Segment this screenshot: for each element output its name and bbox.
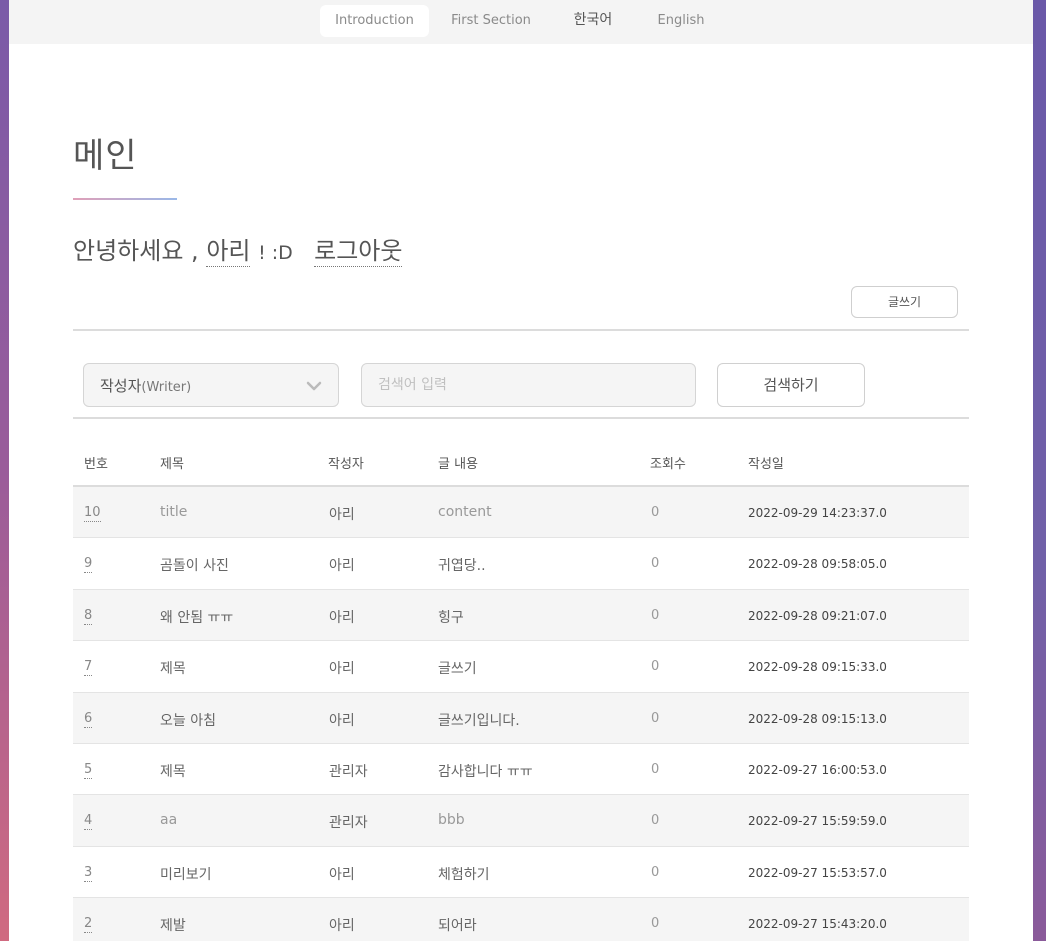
username-link[interactable]: 아리 xyxy=(206,231,251,267)
cell-date: 2022-09-27 15:53:57.0 xyxy=(748,865,887,880)
cell-num[interactable]: 9 xyxy=(84,556,93,574)
search-button[interactable]: 검색하기 xyxy=(717,363,865,407)
board-table: 번호 제목 작성자 글 내용 조회수 작성일 10 title 아리 content 0… xyxy=(73,436,969,941)
greeting-prefix: 안녕하세요 , xyxy=(73,237,199,265)
search-type-select[interactable]: 작성자(Writer) xyxy=(83,363,339,407)
nav-korean[interactable]: 한국어 xyxy=(560,4,626,36)
cell-title[interactable]: 제목 xyxy=(160,658,186,678)
cell-date: 2022-09-29 14:23:37.0 xyxy=(748,506,887,520)
cell-views: 0 xyxy=(651,710,660,726)
cell-date: 2022-09-27 15:59:59.0 xyxy=(748,814,887,829)
cell-title[interactable]: 오늘 아침 xyxy=(160,710,216,730)
cell-writer: 아리 xyxy=(329,661,355,678)
cell-writer: 관리자 xyxy=(329,763,368,780)
cell-num[interactable]: 2 xyxy=(84,916,93,934)
cell-content: 글쓰기 xyxy=(438,661,477,678)
cell-views: 0 xyxy=(651,659,660,675)
cell-content: 힝구 xyxy=(438,609,464,626)
cell-writer: 아리 xyxy=(329,712,355,729)
cell-title[interactable]: 제목 xyxy=(160,761,186,781)
table-row[interactable]: 3 미리보기 아리 체험하기 0 2022-09-27 15:53:57.0 xyxy=(73,847,969,899)
cell-content: 되어라 xyxy=(438,918,477,935)
background-strip xyxy=(1033,0,1046,941)
table-row[interactable]: 6 오늘 아침 아리 글쓰기입니다. 0 2022-09-28 09:15:13.0 xyxy=(73,692,969,744)
table-row[interactable]: 9 곰돌이 사진 아리 귀엽당.. 0 2022-09-28 09:58:05.0 xyxy=(73,538,969,590)
cell-views: 0 xyxy=(651,813,660,829)
cell-num[interactable]: 5 xyxy=(84,762,93,779)
cell-writer: 관리자 xyxy=(329,815,368,832)
cell-title[interactable]: 미리보기 xyxy=(160,864,212,884)
cell-views: 0 xyxy=(651,916,660,932)
table-row[interactable]: 10 title 아리 content 0 2022-09-29 14:23:37.0 xyxy=(73,487,969,539)
table-body: 10 title 아리 content 0 2022-09-29 14:23:37.0 9 곰… xyxy=(73,487,969,941)
cell-views: 0 xyxy=(651,556,660,572)
cell-date: 2022-09-27 16:00:53.0 xyxy=(748,762,887,777)
search-input[interactable] xyxy=(361,363,696,407)
cell-writer: 아리 xyxy=(329,507,355,523)
cell-num[interactable]: 7 xyxy=(84,659,93,677)
table-row[interactable]: 8 왜 안됨 ㅠㅠ 아리 힝구 0 2022-09-28 09:21:07.0 xyxy=(73,589,969,642)
cell-date: 2022-09-28 09:21:07.0 xyxy=(748,608,887,623)
cell-views: 0 xyxy=(651,761,660,777)
cell-writer: 아리 xyxy=(329,918,355,935)
greeting: 안녕하세요 , 아리 ! :D 로그아웃 xyxy=(73,231,403,267)
logout-link[interactable]: 로그아웃 xyxy=(314,231,403,267)
header-writer: 작성자 xyxy=(328,457,364,472)
divider xyxy=(73,329,969,331)
top-nav: Introduction First Section 한국어 English xyxy=(9,0,1033,44)
table-row[interactable]: 4 aa 관리자 bbb 0 2022-09-27 15:59:59.0 xyxy=(73,795,969,847)
table-row[interactable]: 5 제목 관리자 감사합니다 ㅠㅠ 0 2022-09-27 16:00:53.0 xyxy=(73,744,969,796)
cell-title[interactable]: 제발 xyxy=(160,915,186,935)
cell-views: 0 xyxy=(651,505,660,520)
cell-writer: 아리 xyxy=(329,558,355,575)
chevron-down-icon xyxy=(306,381,322,391)
table-header: 번호 제목 작성자 글 내용 조회수 작성일 xyxy=(73,436,969,487)
cell-num[interactable]: 6 xyxy=(84,711,93,728)
table-row[interactable]: 2 제발 아리 되어라 0 2022-09-27 15:43:20.0 xyxy=(73,898,969,941)
nav-introduction[interactable]: Introduction xyxy=(320,5,429,37)
cell-writer: 아리 xyxy=(329,866,355,883)
cell-content: bbb xyxy=(438,812,465,829)
cell-date: 2022-09-27 15:43:20.0 xyxy=(748,917,887,932)
page-title: 메인 xyxy=(73,136,138,176)
title-underline xyxy=(73,198,177,200)
table-row[interactable]: 7 제목 아리 글쓰기 0 2022-09-28 09:15:33.0 xyxy=(73,641,969,693)
cell-num[interactable]: 3 xyxy=(84,865,93,882)
write-button[interactable]: 글쓰기 xyxy=(851,286,958,318)
greeting-suffix: ! :D xyxy=(258,242,293,264)
cell-views: 0 xyxy=(651,864,660,880)
header-num: 번호 xyxy=(84,457,108,472)
cell-content: 글쓰기입니다. xyxy=(438,712,520,729)
header-views: 조회수 xyxy=(650,457,686,472)
cell-content: 체험하기 xyxy=(438,866,490,883)
cell-num[interactable]: 8 xyxy=(84,608,93,625)
cell-title[interactable]: 곰돌이 사진 xyxy=(160,555,229,575)
header-content: 글 내용 xyxy=(438,457,479,472)
cell-writer: 아리 xyxy=(329,609,355,626)
main-panel: Introduction First Section 한국어 English 메… xyxy=(9,0,1033,941)
cell-title[interactable]: 왜 안됨 ㅠㅠ xyxy=(160,607,233,627)
cell-views: 0 xyxy=(651,607,660,623)
select-label: 작성자(Writer) xyxy=(100,377,192,395)
cell-content: 감사합니다 ㅠㅠ xyxy=(438,763,533,780)
cell-content: 귀엽당.. xyxy=(438,558,486,575)
header-date: 작성일 xyxy=(748,457,784,472)
header-title: 제목 xyxy=(160,457,184,472)
cell-content: content xyxy=(438,504,492,520)
cell-date: 2022-09-28 09:15:33.0 xyxy=(748,660,887,675)
cell-date: 2022-09-28 09:15:13.0 xyxy=(748,711,887,726)
cell-title[interactable]: title xyxy=(160,504,187,520)
nav-first-section[interactable]: First Section xyxy=(441,5,541,37)
nav-english[interactable]: English xyxy=(645,5,717,37)
cell-num[interactable]: 4 xyxy=(84,813,93,831)
cell-date: 2022-09-28 09:58:05.0 xyxy=(748,557,887,572)
divider xyxy=(73,417,969,419)
cell-title[interactable]: aa xyxy=(160,812,177,828)
cell-num[interactable]: 10 xyxy=(84,505,101,522)
